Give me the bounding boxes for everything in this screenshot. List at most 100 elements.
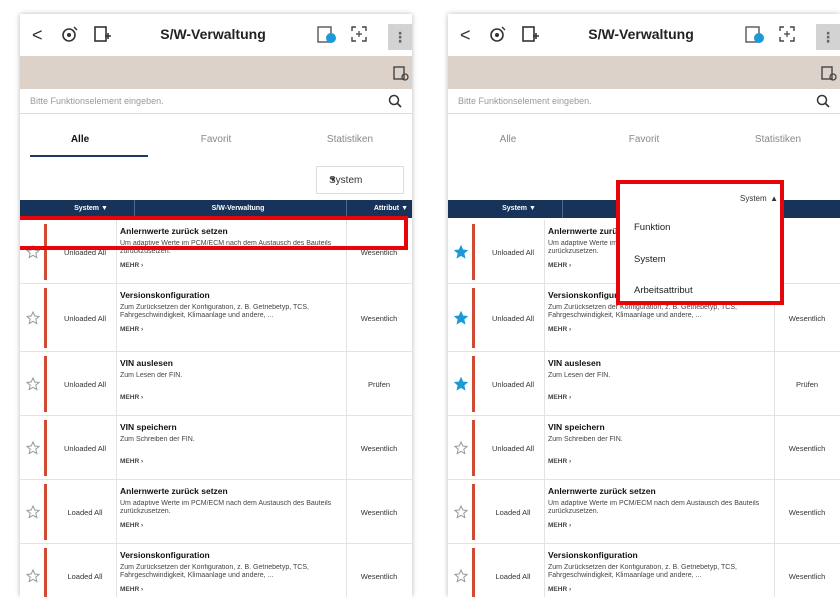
more-link[interactable]: MEHR ›: [548, 394, 571, 401]
caret-up-icon[interactable]: ▲: [770, 194, 778, 203]
filter-selected[interactable]: System: [740, 194, 767, 203]
table-row[interactable]: Loaded All Versionskonfiguration Zum Zurüc…: [20, 544, 412, 597]
favorite-star-icon[interactable]: [454, 377, 468, 391]
app-header: < S/W-Verwaltung ⋮: [448, 14, 840, 56]
caret-down-icon: ▼: [329, 175, 337, 184]
row-indicator: [44, 548, 47, 597]
table-row[interactable]: Unloaded All VIN speichern Zum Schreiben d…: [448, 416, 840, 480]
row-function-desc: Zum Zurücksetzen der Konfiguration, z. B…: [548, 304, 737, 319]
more-link[interactable]: MEHR ›: [548, 458, 571, 465]
favorite-star-icon[interactable]: [26, 311, 40, 325]
row-function-name: Versionskonfiguration: [120, 550, 210, 560]
car-lock-icon[interactable]: [392, 64, 410, 82]
favorite-star-icon[interactable]: [454, 311, 468, 325]
row-indicator: [44, 420, 47, 476]
table-row[interactable]: Loaded All Anlernwerte zurück setzen Um ad…: [448, 480, 840, 544]
search-input[interactable]: Bitte Funktionselement eingeben.: [30, 96, 164, 106]
row-system: Unloaded All: [491, 380, 535, 389]
dropdown-option-arbeitsattribut[interactable]: Arbeitsattribut: [634, 285, 693, 296]
tab-bar: Alle Favorit Statistiken: [20, 129, 412, 165]
more-menu-button[interactable]: ⋮: [388, 24, 412, 50]
row-attribute: Wesentlich: [788, 508, 826, 517]
search-icon[interactable]: [388, 94, 402, 108]
more-link[interactable]: MEHR ›: [548, 522, 571, 529]
row-attribute: Wesentlich: [360, 508, 398, 517]
row-indicator: [472, 288, 475, 348]
row-function-desc: Zum Zurücksetzen der Konfiguration, z. B…: [548, 564, 737, 579]
expand-icon[interactable]: [778, 25, 796, 43]
tab-statistiken[interactable]: Statistiken: [290, 129, 410, 165]
column-function[interactable]: S/W-Verwaltung: [138, 205, 338, 212]
column-attribute[interactable]: Attribut ▼: [374, 205, 408, 212]
dropdown-option-funktion[interactable]: Funktion: [634, 222, 670, 233]
highlight-box: [20, 216, 408, 250]
tab-alle[interactable]: Alle: [20, 129, 148, 165]
row-function-name: VIN auslesen: [548, 358, 601, 368]
row-function-desc: Zum Schreiben der FIN.: [548, 436, 623, 443]
document-add-icon[interactable]: [520, 24, 540, 44]
more-link[interactable]: MEHR ›: [120, 522, 143, 529]
table-row[interactable]: Unloaded All VIN auslesen Zum Lesen der FI…: [448, 352, 840, 416]
row-attribute: Prüfen: [795, 380, 819, 389]
more-link[interactable]: MEHR ›: [548, 586, 571, 593]
search-input[interactable]: Bitte Funktionselement eingeben.: [458, 96, 592, 106]
back-button[interactable]: <: [460, 25, 471, 46]
column-system[interactable]: System ▼: [48, 205, 134, 212]
table-row[interactable]: Unloaded All Versionskonfiguration Zum Zur…: [20, 284, 412, 352]
more-link[interactable]: MEHR ›: [120, 458, 143, 465]
favorite-star-icon[interactable]: [454, 505, 468, 519]
more-menu-button[interactable]: ⋮: [816, 24, 840, 50]
row-function-name: VIN speichern: [548, 422, 605, 432]
favorite-star-icon[interactable]: [26, 569, 40, 583]
row-attribute: Wesentlich: [360, 314, 398, 323]
screen-right: < S/W-Verwaltung ⋮ Bitte Funktionselemen…: [448, 14, 840, 597]
back-button[interactable]: <: [32, 25, 43, 46]
favorite-star-icon[interactable]: [26, 441, 40, 455]
row-indicator: [472, 484, 475, 540]
tab-statistiken[interactable]: Statistiken: [718, 129, 838, 165]
table-row[interactable]: Loaded All Anlernwerte zurück setzen Um ad…: [20, 480, 412, 544]
dropdown-option-system[interactable]: System: [634, 254, 666, 265]
row-indicator: [44, 484, 47, 540]
filter-dropdown[interactable]: System ▲ Funktion System Arbeitsattribut: [616, 180, 784, 305]
row-function-desc: Zum Zurücksetzen der Konfiguration, z. B…: [120, 304, 309, 319]
page-title: S/W-Verwaltung: [160, 26, 266, 42]
row-system: Unloaded All: [63, 380, 107, 389]
table-row[interactable]: Loaded All Versionskonfiguration Zum Zurüc…: [448, 544, 840, 597]
search-bar[interactable]: Bitte Funktionselement eingeben.: [448, 92, 840, 114]
tab-alle[interactable]: Alle: [448, 129, 568, 165]
document-add-icon[interactable]: [92, 24, 112, 44]
battery-info-icon[interactable]: [316, 23, 338, 45]
more-link[interactable]: MEHR ›: [120, 326, 143, 333]
more-link[interactable]: MEHR ›: [120, 394, 143, 401]
tab-favorit[interactable]: Favorit: [584, 129, 704, 165]
row-function-desc: Zum Lesen der FIN.: [548, 372, 611, 379]
battery-info-icon[interactable]: [744, 23, 766, 45]
expand-icon[interactable]: [350, 25, 368, 43]
favorite-star-icon[interactable]: [454, 569, 468, 583]
row-function-name: Anlernwerte zurück setzen: [120, 486, 228, 496]
table-row[interactable]: Unloaded All VIN speichern Zum Schreiben d…: [20, 416, 412, 480]
more-link[interactable]: MEHR ›: [120, 586, 143, 593]
more-link[interactable]: MEHR ›: [548, 262, 571, 269]
row-function-name: Versionskonfiguration: [120, 290, 210, 300]
search-bar[interactable]: Bitte Funktionselement eingeben.: [20, 92, 412, 114]
row-indicator: [472, 548, 475, 597]
vehicle-connect-icon[interactable]: [60, 24, 80, 44]
more-link[interactable]: MEHR ›: [548, 326, 571, 333]
favorite-star-icon[interactable]: [26, 377, 40, 391]
table-row[interactable]: Unloaded All VIN auslesen Zum Lesen der FI…: [20, 352, 412, 416]
column-divider: [346, 544, 347, 597]
more-link[interactable]: MEHR ›: [120, 262, 143, 269]
search-icon[interactable]: [816, 94, 830, 108]
car-lock-icon[interactable]: [820, 64, 838, 82]
favorite-star-icon[interactable]: [454, 441, 468, 455]
favorite-star-icon[interactable]: [26, 505, 40, 519]
row-function-name: VIN speichern: [120, 422, 177, 432]
column-system[interactable]: System ▼: [476, 205, 562, 212]
vehicle-connect-icon[interactable]: [488, 24, 508, 44]
tab-favorit[interactable]: Favorit: [156, 129, 276, 165]
favorite-star-icon[interactable]: [454, 245, 468, 259]
row-function-desc: Um adaptive Werte im PCM/ECM nach dem Au…: [548, 500, 760, 515]
filter-select[interactable]: System ▼: [316, 166, 404, 194]
